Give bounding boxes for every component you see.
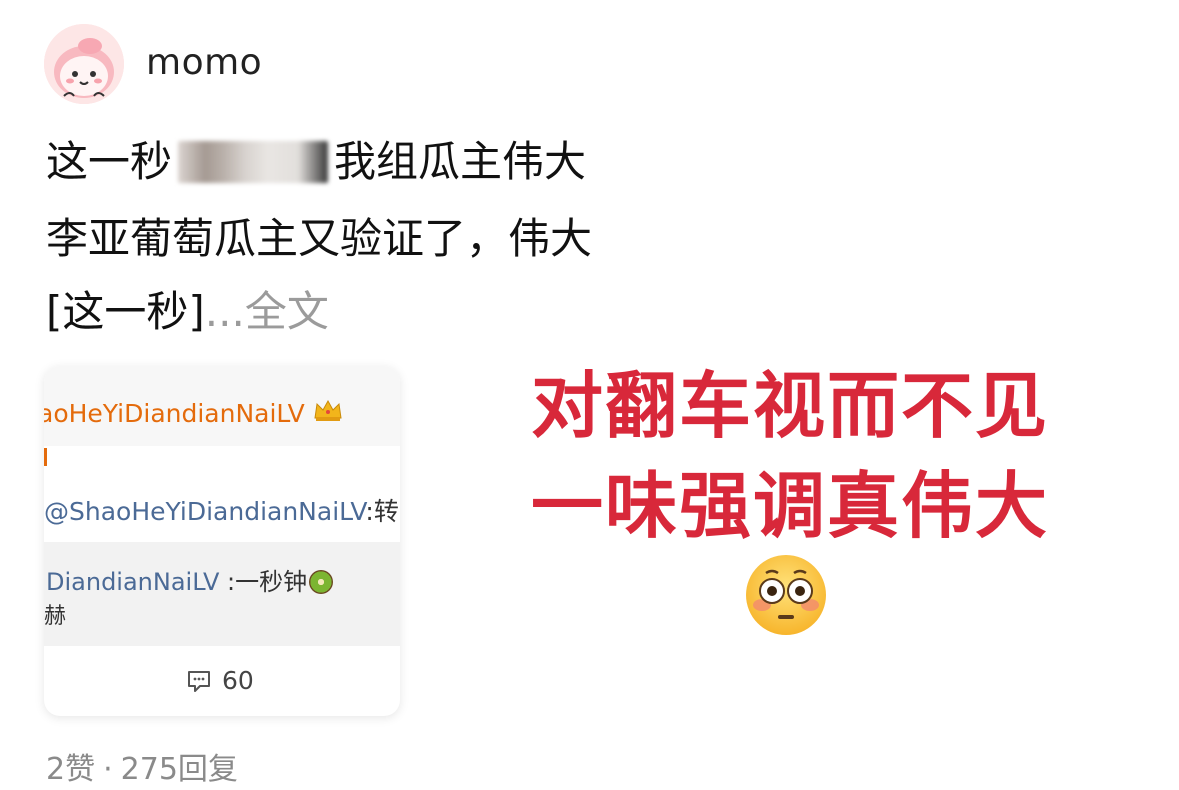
inner-quote-line-1: DiandianNaiLV :一秒钟 bbox=[46, 562, 334, 597]
separator: · bbox=[103, 752, 113, 787]
accent-bar bbox=[44, 448, 47, 466]
post-text-line-2: 李亚葡萄瓜主又验证了，伟大 bbox=[46, 214, 593, 263]
inner-quote-line-2: 赫 bbox=[44, 604, 67, 629]
avatar-illustration bbox=[44, 24, 124, 104]
crown-icon bbox=[313, 398, 343, 428]
redacted-blur bbox=[178, 141, 329, 183]
post-text-segment: 我组瓜主伟大 bbox=[334, 137, 587, 186]
comment-icon bbox=[188, 670, 210, 692]
flushed-face-icon bbox=[746, 555, 826, 635]
topic-tag: [这一秒] bbox=[46, 287, 205, 336]
inner-mention[interactable]: DiandianNaiLV bbox=[46, 568, 219, 596]
comment-count: 60 bbox=[222, 666, 254, 695]
repost-line: @ShaoHeYiDiandianNaiLV:转 bbox=[44, 492, 399, 528]
post-text-line-3: [这一秒]...全文 bbox=[46, 284, 329, 340]
reply-count[interactable]: 275回复 bbox=[121, 752, 238, 787]
overlay-line-1: 对翻车视而不见 bbox=[530, 364, 1049, 448]
avatar[interactable] bbox=[44, 24, 124, 104]
quoted-post-card[interactable]: aoHeYiDiandianNaiLV @ShaoHeYiDiandianNai… bbox=[44, 366, 400, 716]
ellipsis: ... bbox=[204, 287, 245, 336]
post-text-line-1: 这一秒 我组瓜主伟大 bbox=[46, 134, 586, 190]
overlay-line-2: 一味强调真伟大 bbox=[530, 464, 1049, 548]
quoted-author[interactable]: aoHeYiDiandianNaiLV bbox=[44, 398, 343, 428]
post-stats: 2赞 · 275回复 bbox=[46, 750, 238, 790]
repost-mention[interactable]: @ShaoHeYiDiandianNaiLV bbox=[44, 497, 365, 526]
quoted-author-name: aoHeYiDiandianNaiLV bbox=[44, 399, 305, 428]
post-text-segment: 这一秒 bbox=[46, 137, 173, 186]
full-text-link[interactable]: 全文 bbox=[245, 287, 329, 336]
like-count[interactable]: 2赞 bbox=[46, 752, 95, 787]
kiwi-icon bbox=[309, 570, 334, 594]
repost-text: :转 bbox=[365, 497, 399, 526]
username[interactable]: momo bbox=[146, 40, 262, 86]
comment-count-button[interactable]: 60 bbox=[186, 666, 254, 695]
inner-quote[interactable]: DiandianNaiLV :一秒钟 赫 bbox=[44, 542, 400, 646]
inner-text: :一秒钟 bbox=[219, 568, 308, 596]
overlay-caption: 对翻车视而不见 一味强调真伟大 bbox=[470, 356, 1110, 556]
